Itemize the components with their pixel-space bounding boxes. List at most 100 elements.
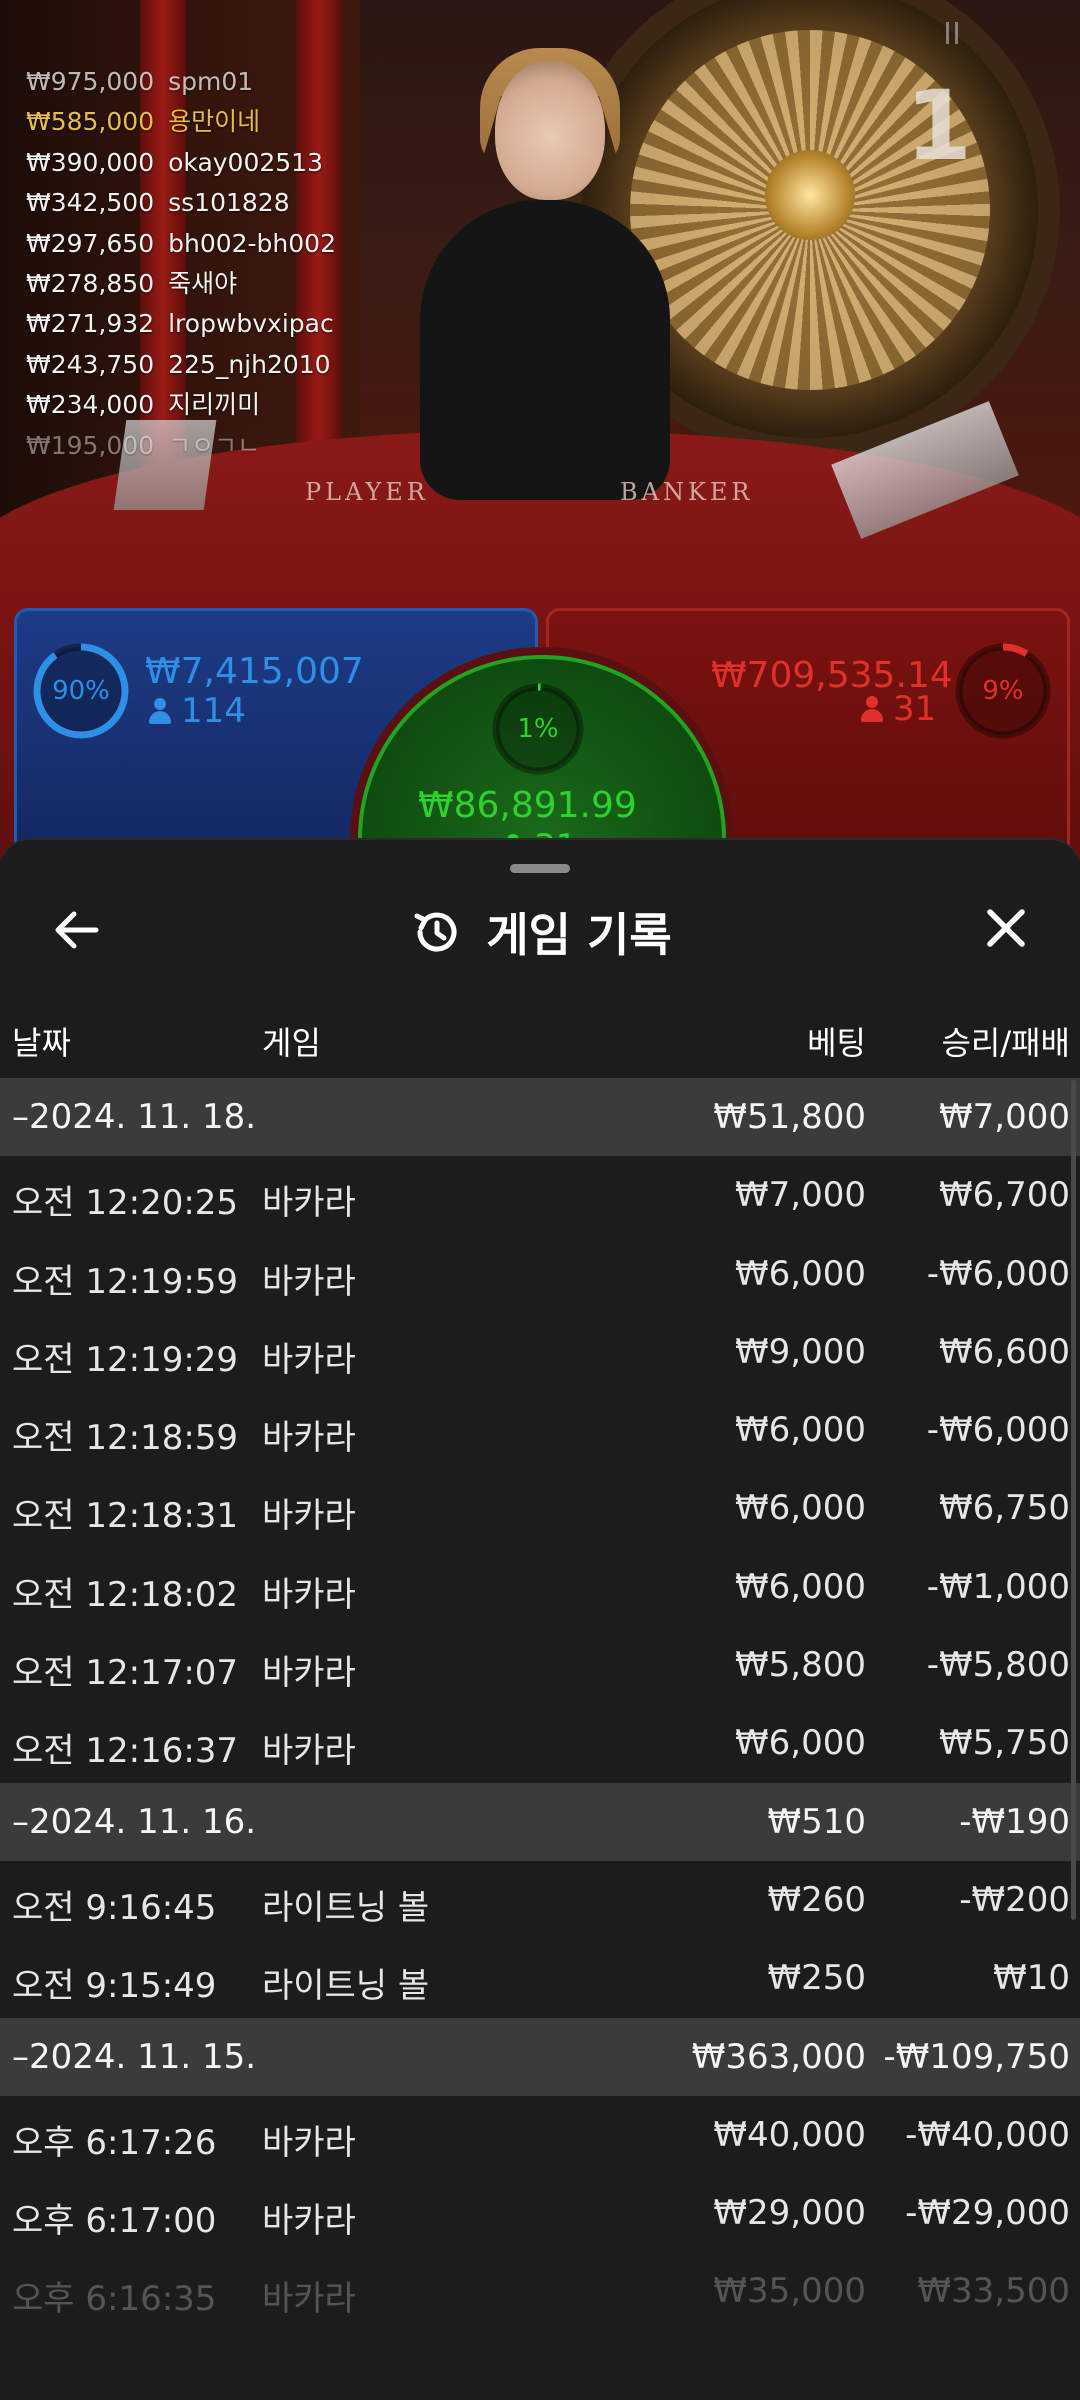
leader-entry: ₩975,000 spm01 [26, 62, 336, 102]
row-game: 라이트닝 볼 [262, 1966, 430, 2007]
person-icon [861, 696, 883, 722]
leader-amount: ₩234,000 [26, 390, 155, 420]
tie-percent-ring: 1% [490, 681, 586, 777]
row-result: -₩6,000 [926, 1410, 1070, 1451]
history-row: 오전 12:18:31 바카라 ₩6,000 ₩6,750 [0, 1469, 1080, 1547]
dealer-head [495, 60, 605, 200]
table-label-player: PLAYER [305, 478, 429, 506]
leader-name: 225_njh2010 [168, 349, 331, 379]
leader-amount: ₩342,500 [26, 188, 155, 218]
row-bet: ₩29,000 [713, 2193, 866, 2234]
row-bet: ₩7,000 [735, 1175, 866, 1216]
row-bet: ₩6,000 [735, 1410, 866, 1451]
leader-entry: ₩390,000 okay002513 [26, 143, 336, 183]
leader-name: lropwbvxipac [168, 309, 334, 339]
history-row: 오전 9:16:45 라이트닝 볼 ₩260 -₩200 [0, 1861, 1080, 1939]
leader-entry: ₩271,932 lropwbvxipac [26, 304, 336, 344]
leaderboard: ₩975,000 spm01 ₩585,000 용만이네 ₩390,000 okay002… [26, 62, 336, 466]
drag-handle[interactable] [510, 864, 570, 873]
sheet-title: 게임 기록 [486, 908, 672, 962]
row-date: 오전 12:19:29 [12, 1339, 239, 1380]
row-bet: ₩5,800 [735, 1645, 866, 1686]
row-date: 오전 12:18:31 [12, 1496, 239, 1537]
row-game: 바카라 [262, 2279, 356, 2320]
history-icon [414, 912, 457, 952]
history-row: 오전 12:19:59 바카라 ₩6,000 -₩6,000 [0, 1235, 1080, 1313]
history-row: 오전 9:15:49 라이트닝 볼 ₩250 ₩10 [0, 1939, 1080, 2017]
row-bet: ₩250 [767, 1958, 866, 1999]
row-result: ₩5,750 [939, 1723, 1070, 1764]
banker-count-value: 31 [893, 689, 937, 729]
leader-amount: ₩390,000 [26, 147, 155, 177]
leader-amount: ₩271,932 [26, 309, 155, 339]
date-group-row[interactable]: –2024. 11. 15. ₩363,000 -₩109,750 [0, 2017, 1080, 2096]
row-bet: ₩363,000 [691, 2036, 866, 2077]
row-date: 오후 6:17:26 [12, 2122, 217, 2163]
row-bet: ₩9,000 [735, 1331, 866, 1372]
row-game: 바카라 [262, 1261, 356, 1302]
player-bet-count: 114 [149, 691, 246, 731]
row-bet: ₩40,000 [713, 2114, 866, 2155]
close-icon [987, 909, 1025, 947]
date-group-row[interactable]: –2024. 11. 16. ₩510 -₩190 [0, 1782, 1080, 1861]
table-label-banker: BANKER [620, 478, 754, 506]
row-game: 바카라 [262, 1418, 356, 1459]
column-header-bet: 베팅 [807, 1024, 866, 1062]
row-game: 바카라 [262, 2201, 356, 2242]
history-row: 오후 6:16:35 바카라 ₩35,000 ₩33,500 [0, 2252, 1080, 2330]
row-game: 바카라 [262, 2122, 356, 2163]
row-bet: ₩510 [767, 1801, 866, 1842]
scrollbar[interactable] [1071, 1080, 1076, 1920]
leader-entry: ₩342,500 ss101828 [26, 183, 336, 223]
row-result: ₩6,600 [939, 1331, 1070, 1372]
close-button[interactable] [976, 898, 1036, 958]
row-game: 바카라 [262, 1339, 356, 1380]
game-history-sheet: 게임 기록 날짜 게임 베팅 승리/패배 –2024. 11. 18. ₩51,8… [0, 840, 1080, 2400]
leader-entry: ₩195,000 ㄱㅇㄱㄴ [26, 426, 336, 466]
row-bet: ₩6,000 [735, 1566, 866, 1607]
row-result: -₩29,000 [905, 2193, 1070, 2234]
row-date: –2024. 11. 16. [12, 1801, 257, 1842]
date-group-row[interactable]: –2024. 11. 18. ₩51,800 ₩7,000 [0, 1078, 1080, 1157]
sheet-header: 게임 기록 [0, 892, 1080, 972]
row-date: 오전 12:20:25 [12, 1183, 239, 1224]
row-date: 오전 12:19:59 [12, 1261, 239, 1302]
row-game: 라이트닝 볼 [262, 1887, 430, 1928]
row-date: –2024. 11. 18. [12, 1097, 257, 1137]
menu-marker-icon [946, 22, 958, 44]
row-result: -₩190 [959, 1801, 1070, 1842]
row-bet: ₩51,800 [713, 1097, 866, 1137]
leader-name: spm01 [168, 67, 254, 96]
row-result: -₩6,000 [926, 1253, 1070, 1294]
tie-percent: 1% [517, 714, 559, 744]
column-header-date: 날짜 [12, 1024, 71, 1062]
leader-name: 용만이네 [168, 107, 261, 137]
row-game: 바카라 [262, 1574, 356, 1615]
leader-entry: ₩585,000 용만이네 [26, 102, 336, 142]
history-row: 오전 12:16:37 바카라 ₩6,000 ₩5,750 [0, 1704, 1080, 1782]
row-date: 오전 12:18:59 [12, 1418, 239, 1459]
row-result: -₩109,750 [883, 2036, 1071, 2077]
leader-name: okay002513 [168, 147, 323, 177]
history-row: 오전 12:18:59 바카라 ₩6,000 -₩6,000 [0, 1391, 1080, 1469]
round-number: 1 [905, 70, 972, 182]
row-date: 오전 12:18:02 [12, 1574, 239, 1615]
row-date: 오전 12:16:37 [12, 1731, 239, 1772]
row-result: -₩40,000 [905, 2114, 1070, 2155]
row-result: -₩1,000 [926, 1566, 1070, 1607]
banker-percent-ring: 9% [953, 641, 1053, 741]
row-date: 오전 9:15:49 [12, 1966, 217, 2007]
history-row: 오전 12:17:07 바카라 ₩5,800 -₩5,800 [0, 1626, 1080, 1704]
row-date: 오전 9:16:45 [12, 1887, 217, 1928]
row-result: ₩33,500 [917, 2271, 1070, 2312]
row-date: 오전 12:17:07 [12, 1653, 239, 1694]
leader-name: 죽새야 [168, 268, 238, 298]
leader-name: 지리끼미 [168, 390, 261, 420]
row-result: ₩10 [993, 1958, 1070, 1999]
leader-name: bh002-bh002 [168, 228, 336, 258]
history-list[interactable]: –2024. 11. 18. ₩51,800 ₩7,000 오전 12:20:25 바카… [0, 1078, 1080, 2331]
leader-entry: ₩243,750 225_njh2010 [26, 345, 336, 385]
row-game: 바카라 [262, 1496, 356, 1537]
history-row: 오전 12:19:29 바카라 ₩9,000 ₩6,600 [0, 1313, 1080, 1391]
row-result: ₩6,750 [939, 1488, 1070, 1529]
